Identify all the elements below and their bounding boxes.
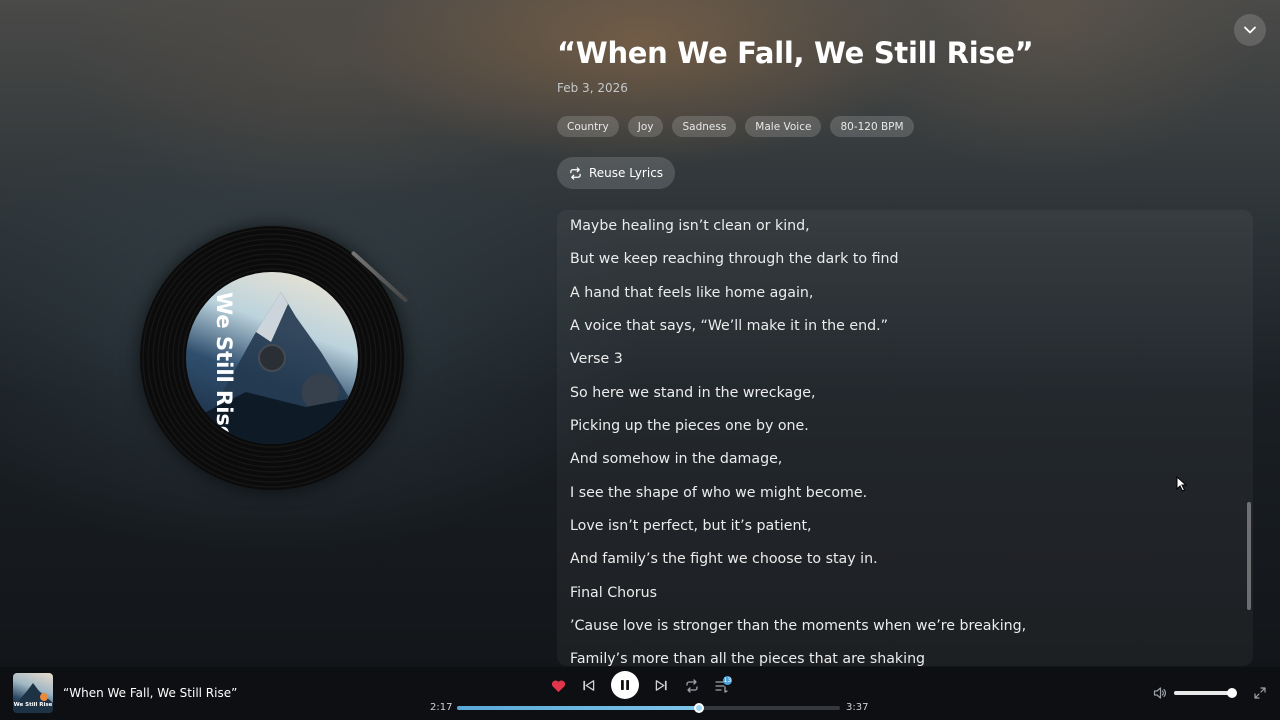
album-art-text: We Still Rise — [212, 292, 236, 441]
lyric-line: A hand that feels like home again, — [570, 284, 814, 301]
lyric-line: I see the shape of who we might become. — [570, 484, 868, 501]
queue-count-badge: 13 — [723, 676, 732, 685]
skip-next-icon — [655, 680, 667, 691]
tag-bpm[interactable]: 80-120 BPM — [830, 116, 914, 137]
song-title: “When We Fall, We Still Rise” — [557, 36, 1034, 70]
now-playing-title[interactable]: “When We Fall, We Still Rise” — [63, 686, 237, 700]
lyric-section-heading: Verse 3 — [570, 351, 623, 368]
lyric-line: Family’s more than all the pieces that a… — [570, 651, 926, 666]
mouse-cursor-icon — [1176, 476, 1188, 492]
tag-joy[interactable]: Joy — [627, 116, 664, 137]
current-time: 2:17 — [430, 702, 453, 713]
repeat-button[interactable] — [683, 677, 700, 694]
expand-icon — [1254, 687, 1266, 699]
tag-country[interactable]: Country — [557, 116, 619, 137]
progress-bar[interactable] — [457, 703, 840, 713]
lyric-line: Love isn’t perfect, but it’s patient, — [570, 518, 812, 535]
lyric-line: A voice that says, “We’ll make it in the… — [570, 318, 888, 335]
like-button[interactable] — [550, 677, 567, 694]
volume-button[interactable] — [1152, 685, 1168, 701]
lyric-line: Picking up the pieces one by one. — [570, 418, 809, 435]
reuse-lyrics-label: Reuse Lyrics — [589, 166, 664, 180]
lyrics-scrollbar[interactable] — [1247, 502, 1251, 610]
lyrics-list: Maybe healing isn’t clean or kind, But w… — [570, 216, 1026, 666]
pause-icon — [621, 680, 629, 690]
play-pause-button[interactable] — [611, 671, 639, 699]
lyric-line: But we keep reaching through the dark to… — [570, 251, 899, 268]
repeat-icon — [685, 678, 698, 693]
lyric-line: And family’s the fight we choose to stay… — [570, 551, 878, 568]
volume-fill — [1174, 691, 1233, 695]
progress-fill — [457, 706, 699, 710]
heart-icon — [551, 679, 566, 692]
spindle — [258, 344, 286, 372]
lyric-line: ’Cause love is stronger than the moments… — [570, 618, 1027, 635]
song-date: Feb 3, 2026 — [557, 81, 628, 95]
fullscreen-button[interactable] — [1252, 685, 1268, 701]
skip-previous-icon — [583, 680, 595, 691]
vinyl-record: We Still Rise — [140, 226, 409, 494]
tag-sadness[interactable]: Sadness — [672, 116, 737, 137]
lyric-section-heading: Final Chorus — [570, 584, 658, 601]
tag-list: Country Joy Sadness Male Voice 80-120 BP… — [557, 116, 914, 137]
reuse-lyrics-button[interactable]: Reuse Lyrics — [557, 157, 676, 189]
now-playing-thumbnail[interactable]: We Still Rise — [13, 673, 53, 713]
collapse-button[interactable] — [1234, 14, 1266, 46]
progress-handle[interactable] — [693, 703, 704, 713]
lyric-line: So here we stand in the wreckage, — [570, 384, 816, 401]
volume-icon — [1153, 687, 1166, 699]
thumbnail-text: We Still Rise — [13, 702, 53, 708]
tag-male-voice[interactable]: Male Voice — [745, 116, 822, 137]
lyrics-panel[interactable]: Maybe healing isn’t clean or kind, But w… — [557, 210, 1253, 666]
next-button[interactable] — [653, 677, 670, 694]
repeat-icon — [570, 166, 581, 180]
previous-button[interactable] — [580, 677, 597, 694]
lyric-line: Maybe healing isn’t clean or kind, — [570, 218, 810, 234]
lyric-line: And somehow in the damage, — [570, 451, 783, 468]
total-time: 3:37 — [846, 702, 869, 713]
volume-slider[interactable] — [1174, 688, 1238, 698]
chevron-down-icon — [1244, 26, 1256, 34]
